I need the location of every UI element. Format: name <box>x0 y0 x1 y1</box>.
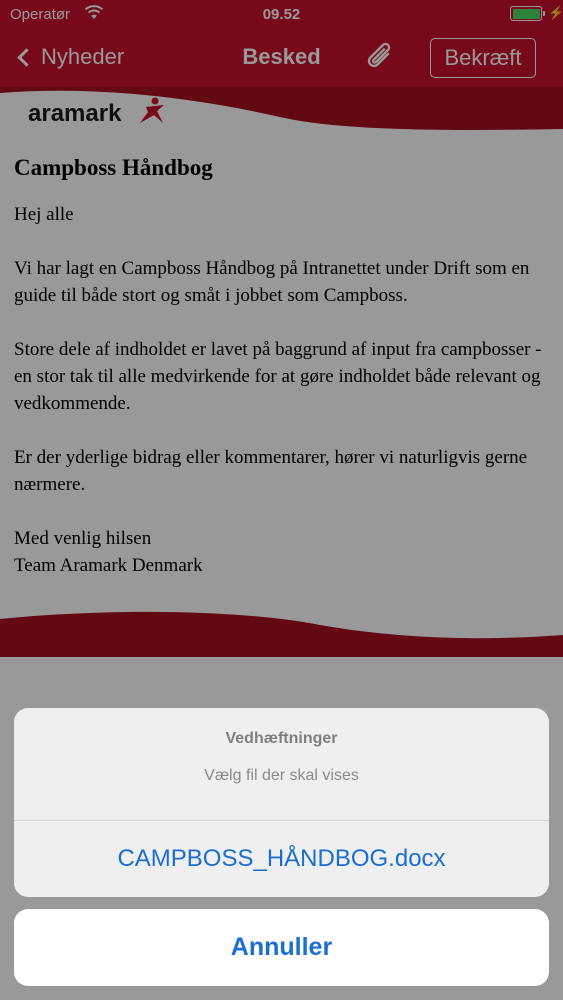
cancel-button[interactable]: Annuller <box>14 909 549 986</box>
attachment-file-option[interactable]: CAMPBOSS_HÅNDBOG.docx <box>14 821 549 897</box>
attachments-action-sheet: Vedhæftninger Vælg fil der skal vises CA… <box>14 708 549 897</box>
action-sheet-message: Vælg fil der skal vises <box>204 767 359 784</box>
action-sheet-title: Vedhæftninger <box>225 730 338 747</box>
